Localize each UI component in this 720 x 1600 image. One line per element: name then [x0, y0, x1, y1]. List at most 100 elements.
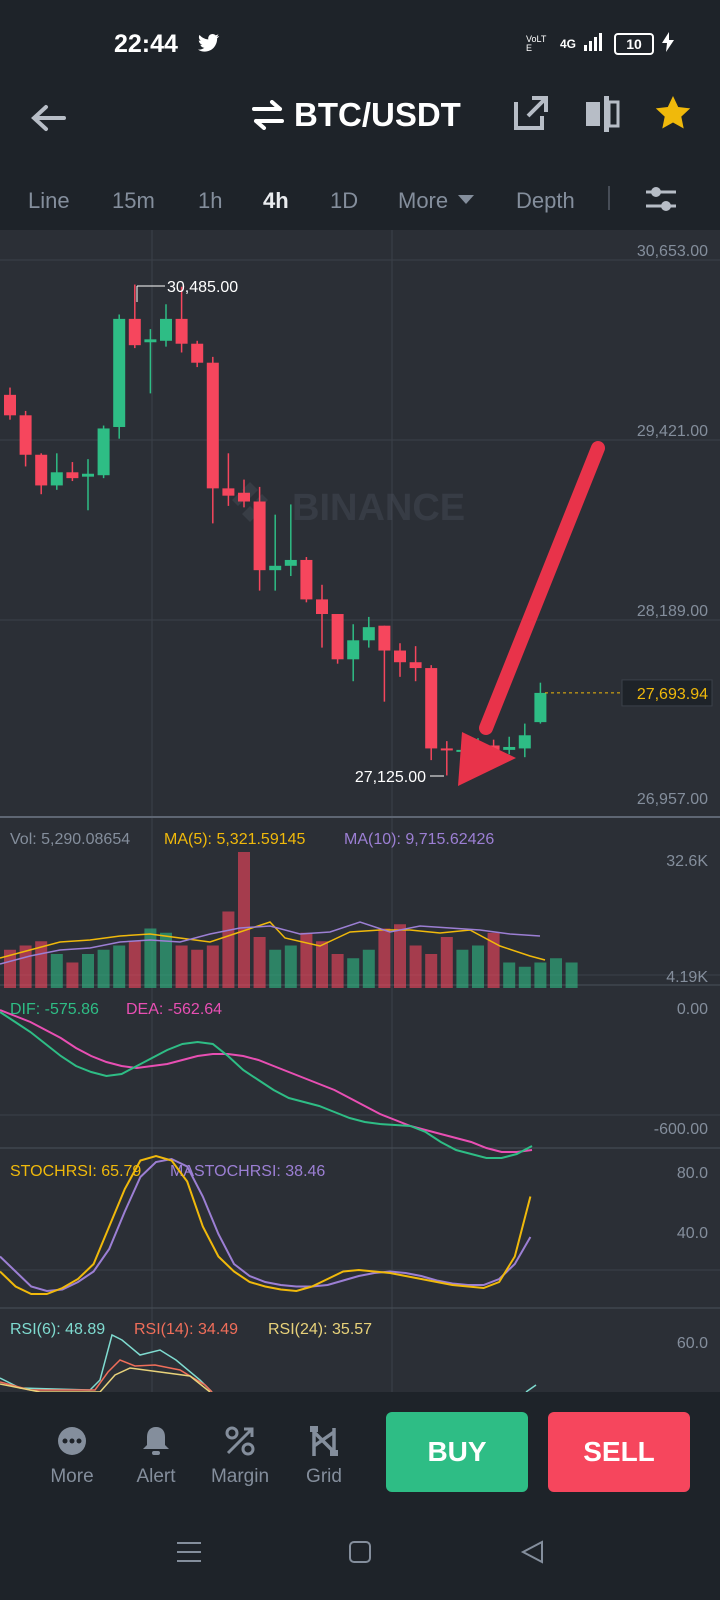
bottom-nav-label: Grid [306, 1466, 342, 1487]
rsi24-label: RSI(24): 35.57 [268, 1321, 372, 1338]
volume-axis-bottom: 4.19K [666, 969, 708, 986]
volume-ma10-label: MA(10): 9,715.62426 [344, 831, 494, 848]
price-chart[interactable]: BINANCE 30,653.00 29,421.00 28,189.00 26… [0, 230, 720, 1392]
back-nav-icon[interactable] [520, 1540, 544, 1569]
current-price-label: 27,693.94 [637, 686, 708, 703]
candle-body [238, 492, 250, 502]
charging-icon [662, 32, 674, 55]
clock: 22:44 [114, 30, 178, 58]
rsi6-label: RSI(6): 48.89 [10, 1321, 105, 1338]
volume-bar [97, 949, 110, 988]
candle-body [144, 339, 157, 343]
volume-axis-top: 32.6K [666, 853, 708, 870]
macd-axis-bottom: -600.00 [654, 1121, 708, 1138]
high-price-label: 30,485.00 [167, 279, 238, 296]
tab-1d[interactable]: 1D [330, 188, 358, 214]
bottom-nav-label: More [50, 1466, 94, 1487]
candle-body [97, 428, 110, 476]
rsi-axis-60: 60.0 [677, 1335, 708, 1352]
price-tick: 28,189.00 [637, 603, 708, 620]
bottom-nav-grid[interactable]: Grid [284, 1422, 364, 1488]
macd-axis-top: 0.00 [677, 1001, 708, 1018]
sell-button[interactable]: SELL [548, 1412, 690, 1492]
macd-dea-label: DEA: -562.64 [126, 1001, 222, 1018]
tab-1h[interactable]: 1h [198, 188, 222, 214]
watermark-text: BINANCE [292, 487, 465, 529]
candle-body [394, 650, 406, 663]
margin-icon [200, 1422, 280, 1460]
price-tick: 26,957.00 [637, 791, 708, 808]
candle-body [409, 662, 422, 669]
bottom-nav-alert[interactable]: Alert [116, 1422, 196, 1488]
candle-body [362, 627, 375, 641]
stochrsi-axis-80: 80.0 [677, 1165, 708, 1182]
bottom-nav-more[interactable]: More [32, 1422, 112, 1488]
candle-body [4, 394, 16, 416]
candle-body [128, 318, 141, 346]
volume-bar [362, 949, 375, 988]
bottom-nav-margin[interactable]: Margin [200, 1422, 280, 1488]
bottom-nav-label: Alert [136, 1466, 176, 1487]
volume-label: Vol: 5,290.08654 [10, 831, 130, 848]
volume-bar [253, 937, 266, 988]
status-bar: 22:44 VoLTE 4G 10 [0, 0, 720, 86]
favorite-star-icon[interactable] [654, 94, 692, 139]
volume-bar [565, 962, 578, 988]
caret-down-icon [458, 195, 475, 204]
candle-body [35, 454, 48, 486]
volume-bar [331, 954, 344, 988]
candle-body [518, 735, 531, 749]
grid-icon [284, 1422, 364, 1460]
recent-apps-icon[interactable] [176, 1540, 202, 1569]
candle-body [175, 318, 188, 344]
volume-bar [144, 928, 157, 988]
tab-line[interactable]: Line [28, 188, 70, 214]
volume-bar [550, 958, 562, 988]
volume-bar [425, 954, 438, 988]
home-icon[interactable] [348, 1540, 372, 1569]
candle-body [82, 473, 94, 477]
volume-bar [456, 949, 469, 988]
interval-tabs: Line 15m 1h 4h 1D More Depth [0, 168, 720, 230]
volume-bar [300, 932, 313, 988]
candle-body [206, 362, 219, 489]
candle-body [191, 343, 204, 363]
candle-body [113, 318, 126, 427]
candle-body [50, 472, 63, 486]
volume-ma5-label: MA(5): 5,321.59145 [164, 831, 306, 848]
candle-body [284, 559, 297, 566]
volume-bar [222, 911, 235, 988]
volume-bar [394, 924, 406, 988]
buy-button[interactable]: BUY [386, 1412, 528, 1492]
volume-bar [175, 945, 188, 988]
candle-body [440, 748, 453, 751]
volume-bar [503, 962, 516, 988]
stochrsi-label: STOCHRSI: 65.79 [10, 1163, 141, 1180]
candle-body [19, 415, 32, 455]
bell-icon [116, 1422, 196, 1460]
signal-icon [584, 33, 606, 54]
volume-bar [191, 949, 204, 988]
volume-bar [316, 941, 328, 988]
tab-15m[interactable]: 15m [112, 188, 155, 214]
arrow-left-icon [31, 105, 66, 131]
volume-bar [50, 954, 63, 988]
system-nav-bar [0, 1500, 720, 1600]
network-type: 4G [559, 36, 576, 51]
pair-selector[interactable]: BTC/USDT [252, 96, 461, 134]
tab-more[interactable]: More [398, 188, 475, 214]
back-button[interactable] [28, 98, 68, 143]
volume-bar [66, 962, 79, 988]
volume-bar [113, 945, 126, 988]
chart-settings-icon[interactable] [644, 184, 678, 219]
rsi14-label: RSI(14): 34.49 [134, 1321, 238, 1338]
layout-switch-icon[interactable] [584, 94, 620, 139]
candle-body [331, 614, 344, 660]
volume-bar [472, 945, 484, 988]
candle-body [253, 501, 266, 571]
low-price-label: 27,125.00 [355, 769, 426, 786]
share-icon[interactable] [512, 94, 550, 139]
tab-depth[interactable]: Depth [516, 188, 575, 214]
tab-4h[interactable]: 4h [263, 188, 289, 214]
volume-bar [440, 937, 453, 988]
